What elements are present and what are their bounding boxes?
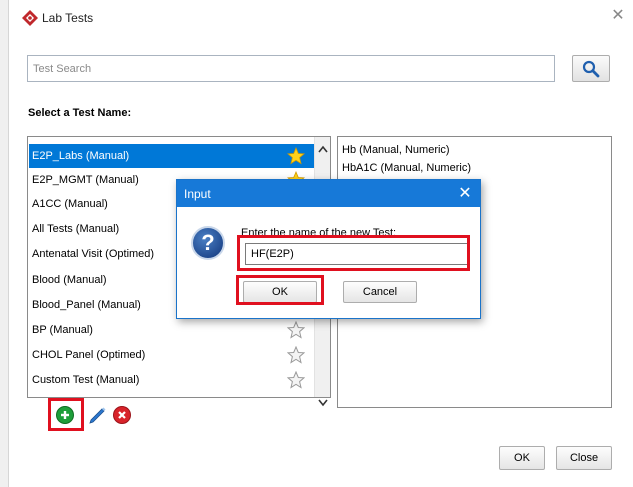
ok-highlight <box>236 275 324 305</box>
chevron-down-icon <box>318 399 328 407</box>
chevron-up-icon <box>318 145 328 153</box>
list-item-label: A1CC (Manual) <box>32 198 108 210</box>
lab-diamond-icon <box>22 10 38 26</box>
search-button[interactable] <box>572 55 610 82</box>
list-item-label: Custom Test (Manual) <box>32 374 140 386</box>
close-button[interactable]: Close <box>556 446 612 470</box>
delete-test-button[interactable] <box>113 406 131 424</box>
list-item[interactable]: BP (Manual) <box>29 318 315 342</box>
component-item[interactable]: HbA1C (Manual, Numeric) <box>342 162 471 174</box>
question-icon: ? <box>191 226 225 260</box>
scroll-down-arrow[interactable] <box>315 395 331 411</box>
search-icon <box>582 60 600 77</box>
x-circle-icon <box>118 411 126 419</box>
star-filled-icon[interactable] <box>287 147 305 165</box>
input-highlight <box>237 235 470 271</box>
star-outline-icon[interactable] <box>287 321 305 339</box>
dialog-cancel-button[interactable]: Cancel <box>343 281 417 303</box>
list-item[interactable]: E2P_Labs (Manual) <box>29 144 315 168</box>
window-title: Lab Tests <box>42 11 94 25</box>
list-item-label: E2P_Labs (Manual) <box>32 150 130 162</box>
list-item-label: Antenatal Visit (Optimed) <box>32 248 155 260</box>
window-left-edge <box>0 0 9 487</box>
dialog-title: Input <box>184 187 211 201</box>
dialog-titlebar: Input ✕ <box>177 180 480 207</box>
list-item-label: E2P_MGMT (Manual) <box>32 174 139 186</box>
component-item[interactable]: Hb (Manual, Numeric) <box>342 144 450 156</box>
window-close-button[interactable]: ✕ <box>608 6 628 26</box>
scroll-up-arrow[interactable] <box>315 141 331 157</box>
dialog-close-button[interactable]: ✕ <box>455 183 475 203</box>
list-item-label: CHOL Panel (Optimed) <box>32 349 146 361</box>
star-outline-icon[interactable] <box>287 346 305 364</box>
plus-circle-icon <box>61 411 69 419</box>
select-test-label: Select a Test Name: <box>28 107 132 119</box>
ok-button[interactable]: OK <box>499 446 545 470</box>
list-item-label: All Tests (Manual) <box>32 223 120 235</box>
star-outline-icon[interactable] <box>287 371 305 389</box>
pencil-icon[interactable] <box>87 404 107 424</box>
list-item[interactable]: Custom Test (Manual) <box>29 368 315 392</box>
list-item-label: Blood (Manual) <box>32 274 107 286</box>
list-item-label: Blood_Panel (Manual) <box>32 299 141 311</box>
add-test-button[interactable] <box>56 406 74 424</box>
list-item[interactable]: CHOL Panel (Optimed) <box>29 343 315 367</box>
test-search-input[interactable] <box>27 55 555 82</box>
list-item-label: BP (Manual) <box>32 324 93 336</box>
